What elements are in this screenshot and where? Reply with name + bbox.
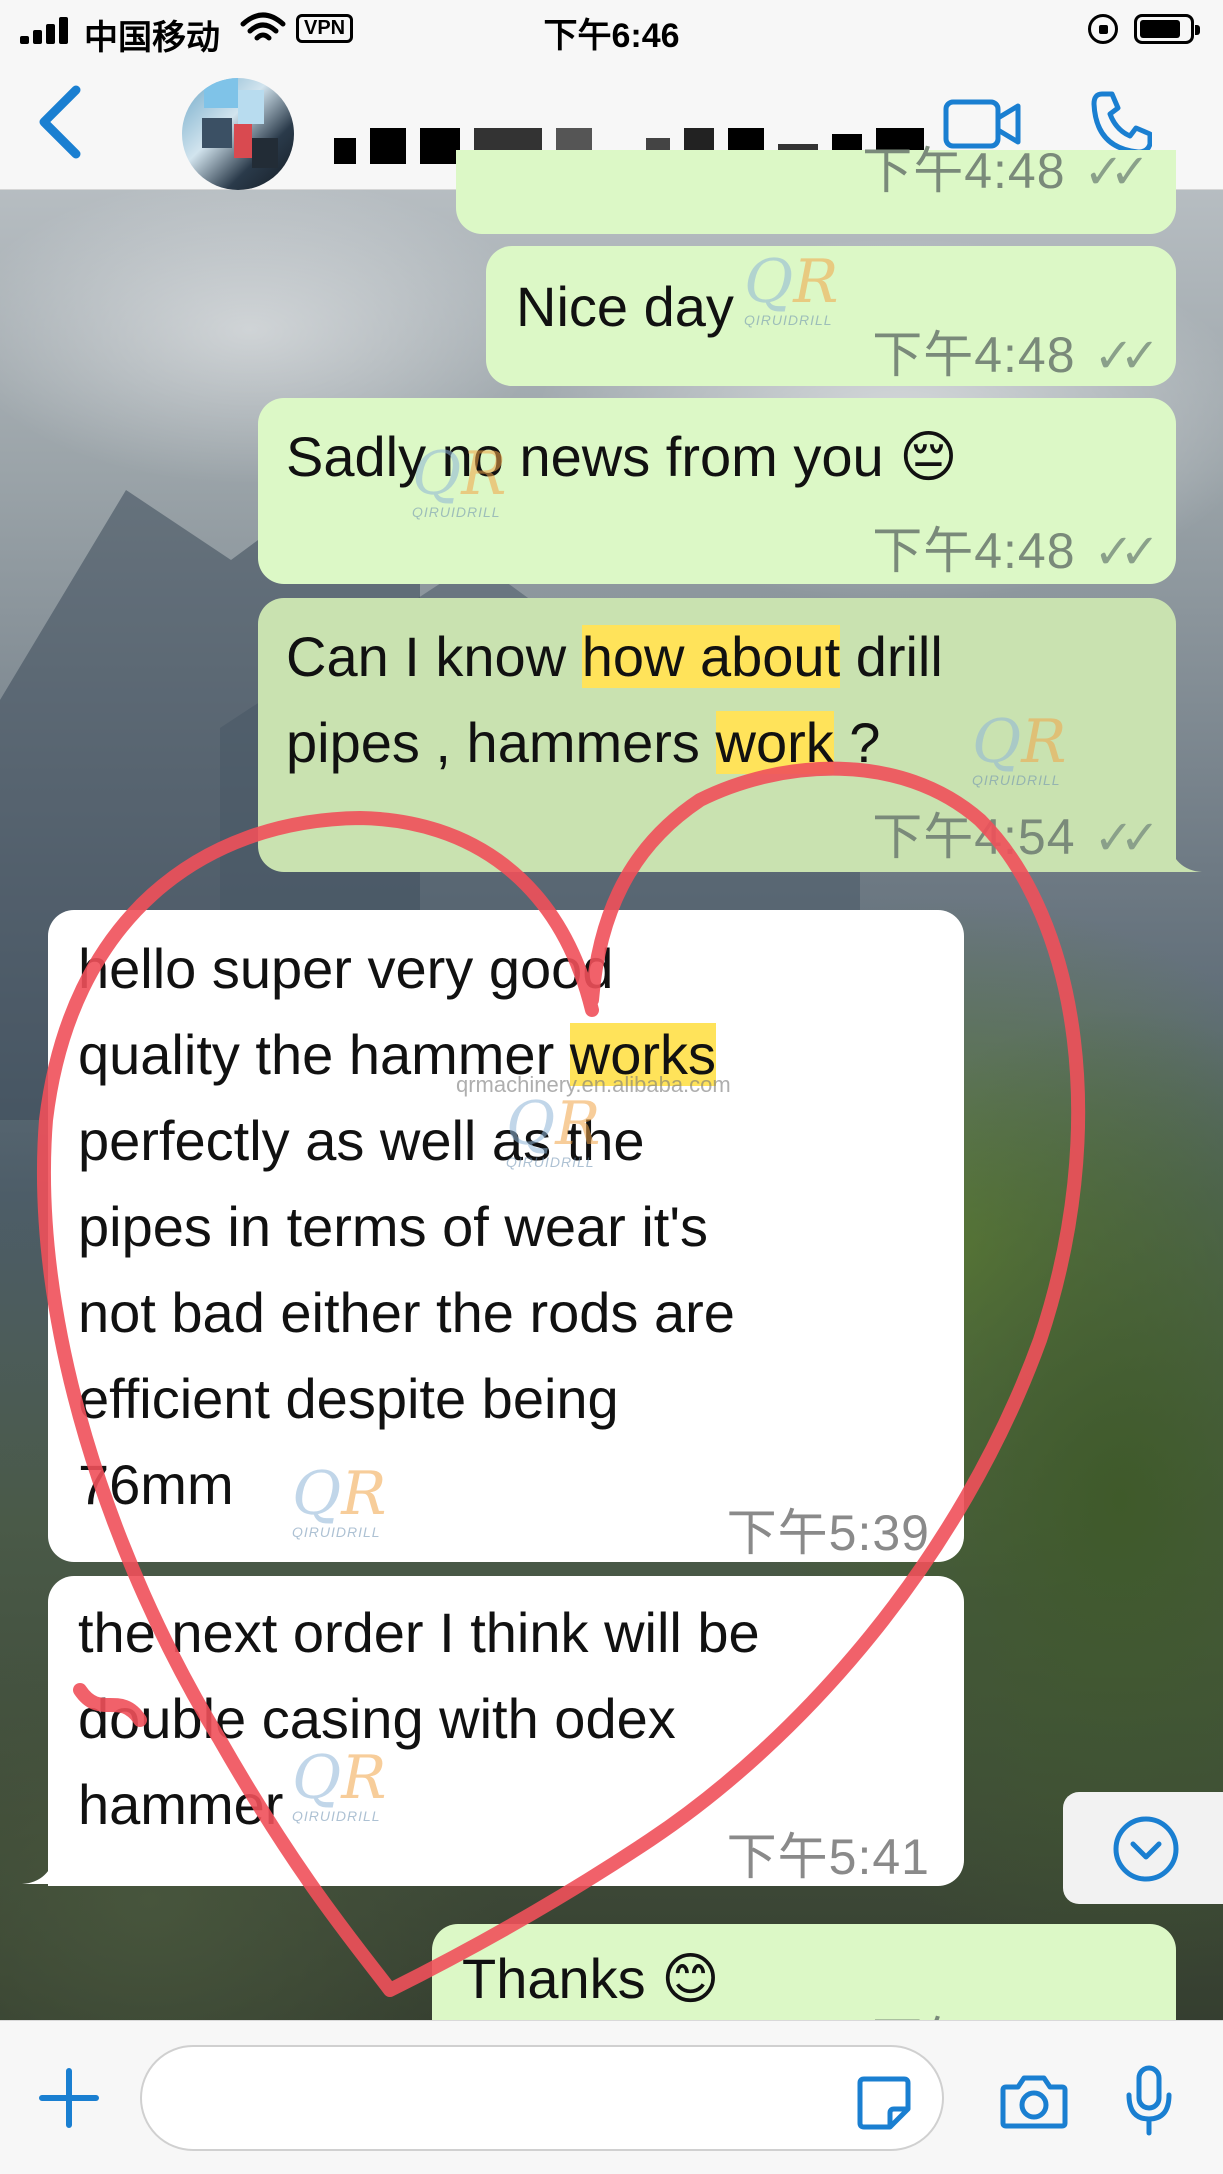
message-bubble-outgoing[interactable]: 下午4:48 ✓✓ <box>456 143 1176 234</box>
message-time: 下午4:48 <box>872 523 1076 579</box>
plus-icon[interactable] <box>38 2067 100 2129</box>
message-bubble-outgoing[interactable]: Sadly no news from you 😔 下午4:48 ✓✓ <box>258 398 1176 584</box>
scroll-to-bottom-button[interactable] <box>1063 1792 1223 1904</box>
status-bar: 中国移动 VPN 下午6:46 <box>0 0 1223 60</box>
message-text: Thanks <box>462 1947 646 2010</box>
read-ticks-icon: ✓✓ <box>1083 146 1151 199</box>
sticker-icon[interactable] <box>856 2075 912 2131</box>
message-text: Can I know how about drill pipes , hamme… <box>286 625 943 774</box>
orientation-lock-icon <box>1088 14 1118 44</box>
message-time: 下午4:48 <box>862 143 1066 199</box>
message-time: 下午5:39 <box>726 1505 930 1561</box>
chevron-left-icon[interactable] <box>30 82 90 162</box>
message-text: hello super very good quality the hammer… <box>78 937 735 1516</box>
pensive-emoji: 😔 <box>899 425 958 488</box>
avatar[interactable] <box>182 78 294 190</box>
message-text: Nice day <box>516 275 734 338</box>
message-text: Sadly no news from you <box>286 425 884 488</box>
bubble-tail <box>1168 840 1202 872</box>
message-bubble-outgoing[interactable]: Thanks 😊 下午6:28✓✓ <box>432 1924 1176 2034</box>
message-bubble-outgoing[interactable]: Nice day 下午4:48 ✓✓ <box>486 246 1176 386</box>
read-ticks-icon: ✓✓ <box>1093 812 1161 865</box>
message-bubble-incoming[interactable]: hello super very good quality the hammer… <box>48 910 964 1562</box>
watermark-url: qrmachinery.en.alibaba.com <box>456 1072 731 1097</box>
message-input[interactable] <box>140 2045 944 2151</box>
microphone-icon[interactable] <box>1124 2065 1174 2137</box>
message-text: the next order I think will be double ca… <box>78 1601 760 1836</box>
highlighted-text: how about <box>581 625 841 688</box>
message-time: 下午4:54 <box>872 809 1076 865</box>
read-ticks-icon: ✓✓ <box>1093 526 1161 579</box>
battery-icon <box>1134 14 1200 44</box>
message-time: 下午5:41 <box>726 1829 930 1885</box>
message-time: 下午4:48 <box>872 327 1076 383</box>
message-bubble-incoming[interactable]: the next order I think will be double ca… <box>48 1576 964 1886</box>
read-ticks-icon: ✓✓ <box>1093 330 1161 383</box>
message-bubble-outgoing[interactable]: Can I know how about drill pipes , hamme… <box>258 598 1176 872</box>
bubble-tail <box>22 1852 56 1884</box>
smiling-emoji: 😊 <box>661 1947 720 2010</box>
message-input-bar <box>0 2020 1223 2174</box>
chevron-down-circle-icon <box>1113 1816 1179 1882</box>
camera-icon[interactable] <box>1000 2073 1068 2129</box>
highlighted-text: work <box>715 711 834 774</box>
status-time: 下午6:46 <box>543 17 680 55</box>
